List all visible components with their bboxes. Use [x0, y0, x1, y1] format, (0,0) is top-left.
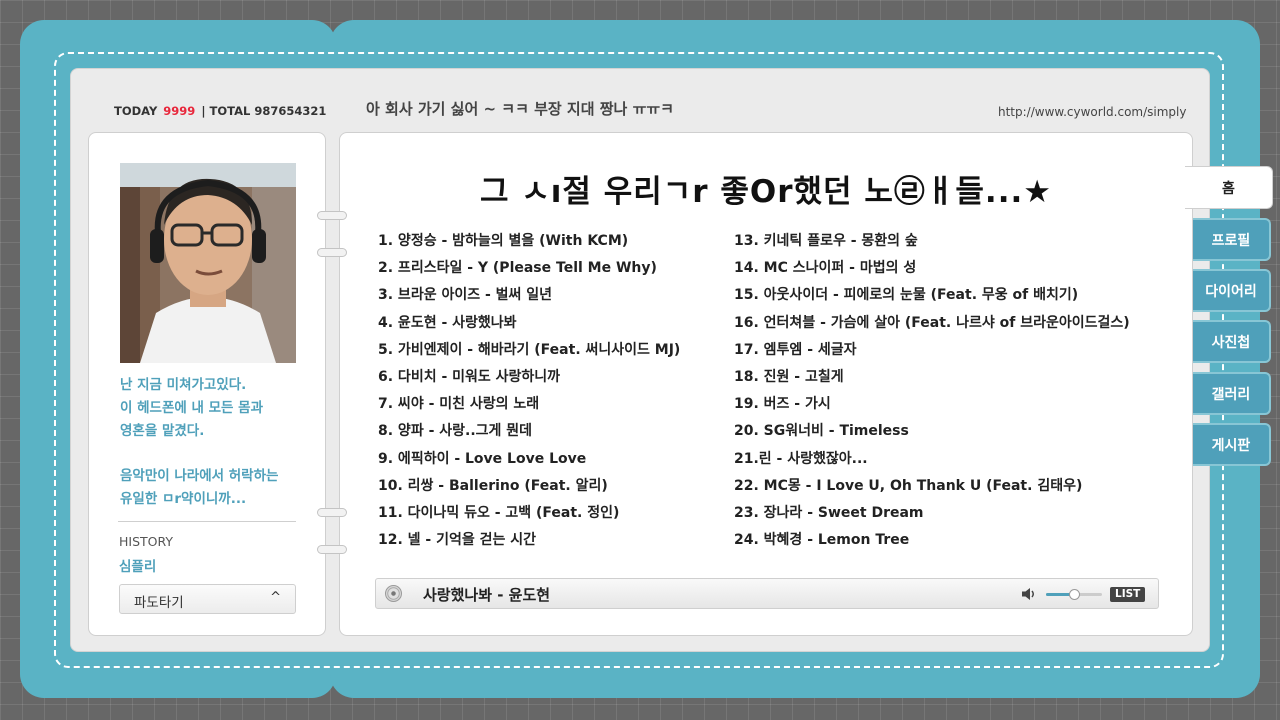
- profile-photo: [120, 163, 296, 363]
- intro-line: 영혼을 맡겼다.: [120, 423, 205, 439]
- binder-ring: [317, 545, 347, 554]
- song-item[interactable]: 9. 에픽하이 - Love Love Love: [378, 447, 680, 474]
- homepage-title: 아 회사 가기 싫어 ~ ㅋㅋ 부장 지대 짱나 ㅠㅠㅋ: [366, 100, 674, 118]
- tab-diary[interactable]: 다이어리: [1193, 269, 1271, 312]
- profile-divider: [118, 521, 296, 522]
- profile-intro: 난 지금 미쳐가고있다. 이 헤드폰에 내 모든 몸과 영혼을 맡겼다. 음악만…: [120, 374, 310, 511]
- song-item[interactable]: 4. 윤도현 - 사랑했나봐: [378, 311, 680, 338]
- binder-ring: [317, 211, 347, 220]
- song-item[interactable]: 13. 키네틱 플로우 - 몽환의 숲: [734, 229, 1130, 256]
- song-list-right: 13. 키네틱 플로우 - 몽환의 숲 14. MC 스나이퍼 - 마법의 성 …: [734, 229, 1130, 555]
- intro-line: 난 지금 미쳐가고있다.: [120, 377, 247, 393]
- chevron-up-icon: ^: [270, 590, 281, 605]
- surf-dropdown[interactable]: 파도타기 ^: [119, 584, 296, 614]
- song-item[interactable]: 11. 다이나믹 듀오 - 고백 (Feat. 정인): [378, 501, 680, 528]
- music-player: 사랑했나봐 - 윤도현 LIST: [375, 578, 1159, 609]
- song-item[interactable]: 2. 프리스타일 - Y (Please Tell Me Why): [378, 256, 680, 283]
- song-list-left: 1. 양정승 - 밤하늘의 별을 (With KCM) 2. 프리스타일 - Y…: [378, 229, 680, 555]
- history-name[interactable]: 심플리: [119, 555, 156, 575]
- speaker-icon[interactable]: [1021, 587, 1037, 601]
- song-item[interactable]: 6. 다비치 - 미워도 사랑하니까: [378, 365, 680, 392]
- history-label: HISTORY: [119, 534, 174, 549]
- tab-profile[interactable]: 프로필: [1193, 218, 1271, 261]
- tab-home[interactable]: 홈: [1185, 166, 1273, 209]
- today-label: TODAY: [114, 104, 158, 118]
- song-item[interactable]: 1. 양정승 - 밤하늘의 별을 (With KCM): [378, 229, 680, 256]
- homepage-url[interactable]: http://www.cyworld.com/simply: [998, 105, 1186, 119]
- song-item[interactable]: 14. MC 스나이퍼 - 마법의 성: [734, 256, 1130, 283]
- song-item[interactable]: 7. 씨야 - 미친 사랑의 노래: [378, 392, 680, 419]
- song-item[interactable]: 16. 언터쳐블 - 가슴에 살아 (Feat. 나르샤 of 브라운아이드걸스…: [734, 311, 1130, 338]
- volume-knob[interactable]: [1069, 589, 1080, 600]
- song-item[interactable]: 18. 진원 - 고칠게: [734, 365, 1130, 392]
- tab-photos[interactable]: 사진첩: [1193, 320, 1271, 363]
- now-playing-text: 사랑했나봐 - 윤도현: [423, 586, 551, 604]
- intro-line: 유일한 ㅁr약이니까...: [120, 491, 247, 507]
- surf-dropdown-label: 파도타기: [134, 595, 184, 611]
- binder-ring: [317, 248, 347, 257]
- today-count: 9999: [163, 104, 196, 118]
- song-item[interactable]: 10. 리쌍 - Ballerino (Feat. 알리): [378, 474, 680, 501]
- song-item[interactable]: 3. 브라운 아이즈 - 벌써 일년: [378, 283, 680, 310]
- total-count: 987654321: [254, 104, 327, 118]
- song-item[interactable]: 5. 가비엔제이 - 해바라기 (Feat. 써니사이드 MJ): [378, 338, 680, 365]
- tab-board[interactable]: 게시판: [1193, 423, 1271, 466]
- total-label: | TOTAL: [201, 104, 251, 118]
- tab-gallery[interactable]: 갤러리: [1193, 372, 1271, 415]
- song-item[interactable]: 24. 박혜경 - Lemon Tree: [734, 528, 1130, 555]
- song-item[interactable]: 8. 양파 - 사랑..그게 뭔데: [378, 419, 680, 446]
- song-item[interactable]: 21.린 - 사랑했잖아...: [734, 447, 1130, 474]
- song-item[interactable]: 12. 넬 - 기억을 걷는 시간: [378, 528, 680, 555]
- song-item[interactable]: 17. 엠투엠 - 세글자: [734, 338, 1130, 365]
- song-item[interactable]: 19. 버즈 - 가시: [734, 392, 1130, 419]
- song-item[interactable]: 23. 장나라 - Sweet Dream: [734, 501, 1130, 528]
- song-item[interactable]: 20. SG워너비 - Timeless: [734, 419, 1130, 446]
- visitor-counter: TODAY 9999 | TOTAL 987654321: [114, 104, 326, 118]
- volume-slider[interactable]: [1046, 589, 1102, 600]
- playlist-button[interactable]: LIST: [1110, 587, 1146, 602]
- cd-disc-icon[interactable]: [385, 585, 402, 602]
- binder-ring: [317, 508, 347, 517]
- song-item[interactable]: 22. MC몽 - I Love U, Oh Thank U (Feat. 김태…: [734, 474, 1130, 501]
- intro-line: 음악만이 나라에서 허락하는: [120, 468, 279, 484]
- main-heading: 그 ㅅı절 우리ㄱr 좋Or했던 노㉣ㅐ들...★: [479, 174, 1053, 210]
- song-item[interactable]: 15. 아웃사이더 - 피에로의 눈물 (Feat. 무웅 of 배치기): [734, 283, 1130, 310]
- intro-line: 이 헤드폰에 내 모든 몸과: [120, 400, 263, 416]
